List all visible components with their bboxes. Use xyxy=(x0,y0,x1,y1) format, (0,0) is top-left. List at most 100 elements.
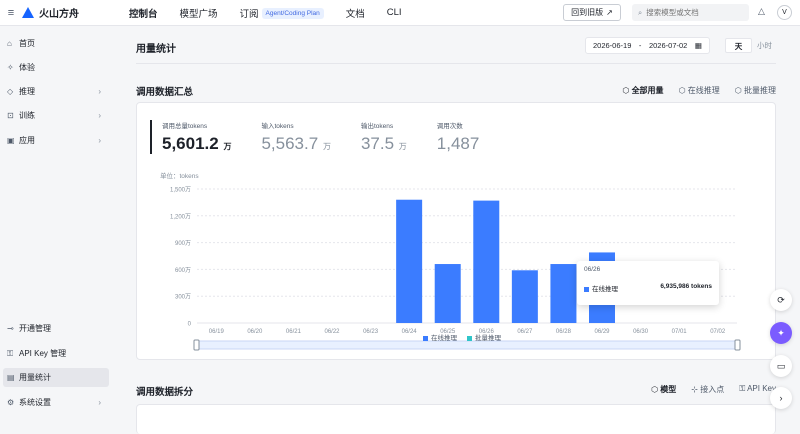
tab-batch-inference-label: 批量推理 xyxy=(744,86,776,95)
x-tick-label: 07/02 xyxy=(710,329,726,335)
tab-batch-inference[interactable]: ⬡ 批量推理 xyxy=(735,85,776,96)
expand-float-button[interactable]: › xyxy=(770,387,792,409)
search-box[interactable]: ⌕ xyxy=(632,4,749,21)
nav-tabs: 控制台 模型广场 订阅 Agent/Coding Plan 文档 CLI xyxy=(129,6,424,20)
refresh-float-button[interactable]: ⟳ xyxy=(770,289,792,311)
notification-icon[interactable]: △ xyxy=(758,6,765,17)
y-tick-label: 1,500万 xyxy=(170,187,191,194)
chart-icon: ▤ xyxy=(7,373,15,382)
sidebar-item-settings[interactable]: ⚙ 系统设置 › xyxy=(3,393,109,412)
search-input[interactable] xyxy=(646,8,737,17)
tab-online-inference-label: 在线推理 xyxy=(687,86,720,95)
tab-console[interactable]: 控制台 xyxy=(129,6,158,20)
sparkle-icon: ✧ xyxy=(7,63,14,72)
tab-subscription[interactable]: 订阅 Agent/Coding Plan xyxy=(240,6,324,20)
sidebar-item-label: 首页 xyxy=(19,39,35,48)
cube-icon: ⬡ xyxy=(734,86,744,95)
y-tick-label: 300万 xyxy=(175,294,191,301)
tab-endpoint[interactable]: ⊹ 接入点 xyxy=(691,384,724,395)
key-icon: ⚿ xyxy=(7,348,14,358)
x-tick-label: 06/30 xyxy=(633,329,649,335)
tab-subscription-label: 订阅 xyxy=(239,8,259,20)
endpoint-icon: ⊹ xyxy=(691,385,701,394)
chat-icon: ▭ xyxy=(776,360,786,371)
tooltip-series: 在线推理 xyxy=(584,283,618,293)
old-version-button[interactable]: 回到旧版 ↗ xyxy=(563,4,621,21)
menu-icon[interactable]: ≡ xyxy=(2,7,20,19)
sidebar-item-label: API Key 管理 xyxy=(19,349,67,358)
sidebar-item-label: 体验 xyxy=(19,63,35,72)
bar xyxy=(511,270,538,323)
chevron-right-icon: › xyxy=(98,398,101,407)
range-slider-track xyxy=(196,340,738,350)
seg-day[interactable]: 天 xyxy=(725,38,752,53)
bar xyxy=(396,199,423,323)
bar xyxy=(550,264,577,323)
cube-icon: ⬡ xyxy=(622,86,632,95)
chevron-right-icon: › xyxy=(98,87,101,96)
assistant-icon: ✦ xyxy=(777,327,785,338)
sidebar-item-label: 应用 xyxy=(19,136,35,145)
y-tick-label: 1,200万 xyxy=(170,213,191,220)
breakdown-tabs: ⬡ 模型 ⊹ 接入点 ⚿ API Key xyxy=(651,384,776,395)
volcano-logo-icon xyxy=(22,7,34,18)
tooltip-swatch xyxy=(584,286,589,292)
bar xyxy=(473,200,500,323)
sidebar-item-inference[interactable]: ◇ 推理 › xyxy=(3,82,109,101)
range-slider-handle-left xyxy=(193,339,200,351)
logo[interactable]: 火山方舟 xyxy=(22,5,79,20)
key-icon: ⚿ xyxy=(739,384,748,393)
tab-model-square[interactable]: 模型广场 xyxy=(180,6,218,20)
train-icon: ⊡ xyxy=(7,111,14,120)
cube-icon: ⬡ xyxy=(651,385,661,394)
legend-swatch xyxy=(467,335,472,341)
top-bar: ≡ 火山方舟 控制台 模型广场 订阅 Agent/Coding Plan 文档 C… xyxy=(0,0,800,26)
bar xyxy=(434,264,461,323)
sidebar-item-api-key[interactable]: ⚿ API Key 管理 xyxy=(3,344,109,363)
feedback-float-button[interactable]: ▭ xyxy=(770,355,792,377)
granularity-switch: 天 小时 xyxy=(725,38,777,53)
search-icon: ⌕ xyxy=(638,7,643,17)
divider xyxy=(136,63,776,64)
tab-online-inference[interactable]: ⬡ 在线推理 xyxy=(679,85,720,96)
sidebar-item-label: 训练 xyxy=(19,111,35,120)
sidebar-item-usage[interactable]: ▤ 用量统计 xyxy=(3,368,109,387)
breakdown-title: 调用数据拆分 xyxy=(136,387,194,398)
tab-docs[interactable]: 文档 xyxy=(346,6,365,20)
tooltip-row: 在线推理 6,935,986 tokens xyxy=(584,283,712,293)
cube-icon: ⬡ xyxy=(678,86,688,95)
legend-batch[interactable]: 批量推理 xyxy=(467,332,501,342)
date-range-picker[interactable]: 2026-06-19 - 2026-07-02 ▦ xyxy=(585,37,710,54)
link-icon: ⊸ xyxy=(7,324,14,333)
legend-label: 在线推理 xyxy=(431,335,457,342)
tooltip-value: 6,935,986 tokens xyxy=(660,283,712,290)
tab-model[interactable]: ⬡ 模型 xyxy=(651,384,676,395)
seg-hour[interactable]: 小时 xyxy=(752,38,777,53)
sidebar-item-activation[interactable]: ⊸ 开通管理 xyxy=(3,319,109,338)
sidebar-item-experience[interactable]: ✧ 体验 xyxy=(3,58,109,77)
summary-tabs: ⬡ 全部用量 ⬡ 在线推理 ⬡ 批量推理 xyxy=(622,85,776,96)
x-tick-label: 06/28 xyxy=(556,329,572,335)
x-tick-label: 06/20 xyxy=(247,329,263,335)
legend-online[interactable]: 在线推理 xyxy=(423,332,457,342)
tooltip-date: 06/26 xyxy=(584,266,601,273)
assistant-float-button[interactable]: ✦ xyxy=(770,322,792,344)
date-start: 2026-06-19 xyxy=(593,41,632,50)
summary-title: 调用数据汇总 xyxy=(136,87,194,98)
calendar-icon: ▦ xyxy=(694,41,702,50)
sidebar-item-label: 开通管理 xyxy=(19,324,51,333)
brand-name: 火山方舟 xyxy=(39,9,79,20)
sidebar-item-training[interactable]: ⊡ 训练 › xyxy=(3,106,109,125)
legend-swatch xyxy=(423,335,428,341)
x-tick-label: 07/01 xyxy=(672,329,688,335)
app-icon: ▣ xyxy=(7,136,15,145)
breakdown-card xyxy=(136,404,776,434)
sidebar-item-label: 用量统计 xyxy=(19,373,51,382)
y-tick-label: 0 xyxy=(188,322,192,328)
tab-cli[interactable]: CLI xyxy=(387,7,402,18)
avatar[interactable]: V xyxy=(777,5,792,20)
tab-all-usage[interactable]: ⬡ 全部用量 xyxy=(622,85,663,96)
sidebar-item-home[interactable]: ⌂ 首页 xyxy=(3,34,109,53)
x-tick-label: 06/29 xyxy=(594,329,610,335)
sidebar-item-apps[interactable]: ▣ 应用 › xyxy=(3,131,109,150)
